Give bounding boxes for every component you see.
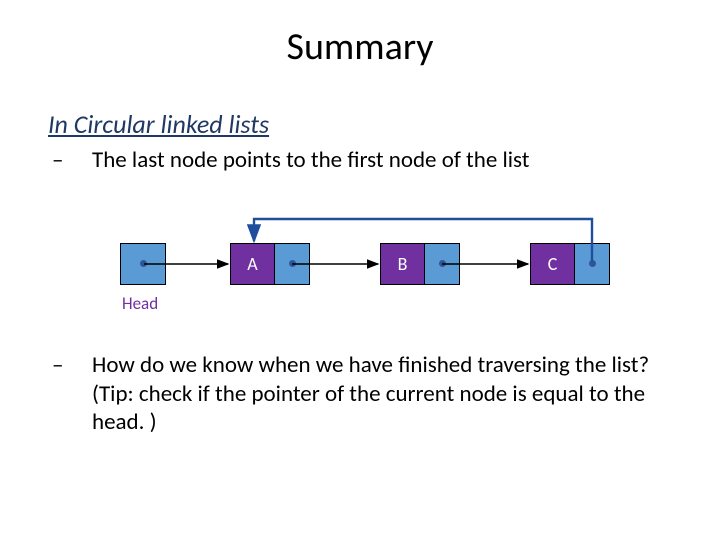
circular-list-diagram: A B C Head bbox=[120, 213, 640, 333]
slide-title: Summary bbox=[0, 0, 720, 70]
bullet-2-text: How do we know when we have finished tra… bbox=[92, 351, 649, 437]
bullet-1-text: The last node points to the first node o… bbox=[92, 146, 529, 174]
diagram-arrows bbox=[120, 213, 640, 333]
section-subheading: In Circular linked lists bbox=[0, 70, 720, 140]
bullet-point-1: –The last node points to the first node … bbox=[0, 140, 720, 175]
head-label: Head bbox=[122, 293, 158, 314]
bullet-point-2: –How do we know when we have finished tr… bbox=[0, 333, 720, 437]
